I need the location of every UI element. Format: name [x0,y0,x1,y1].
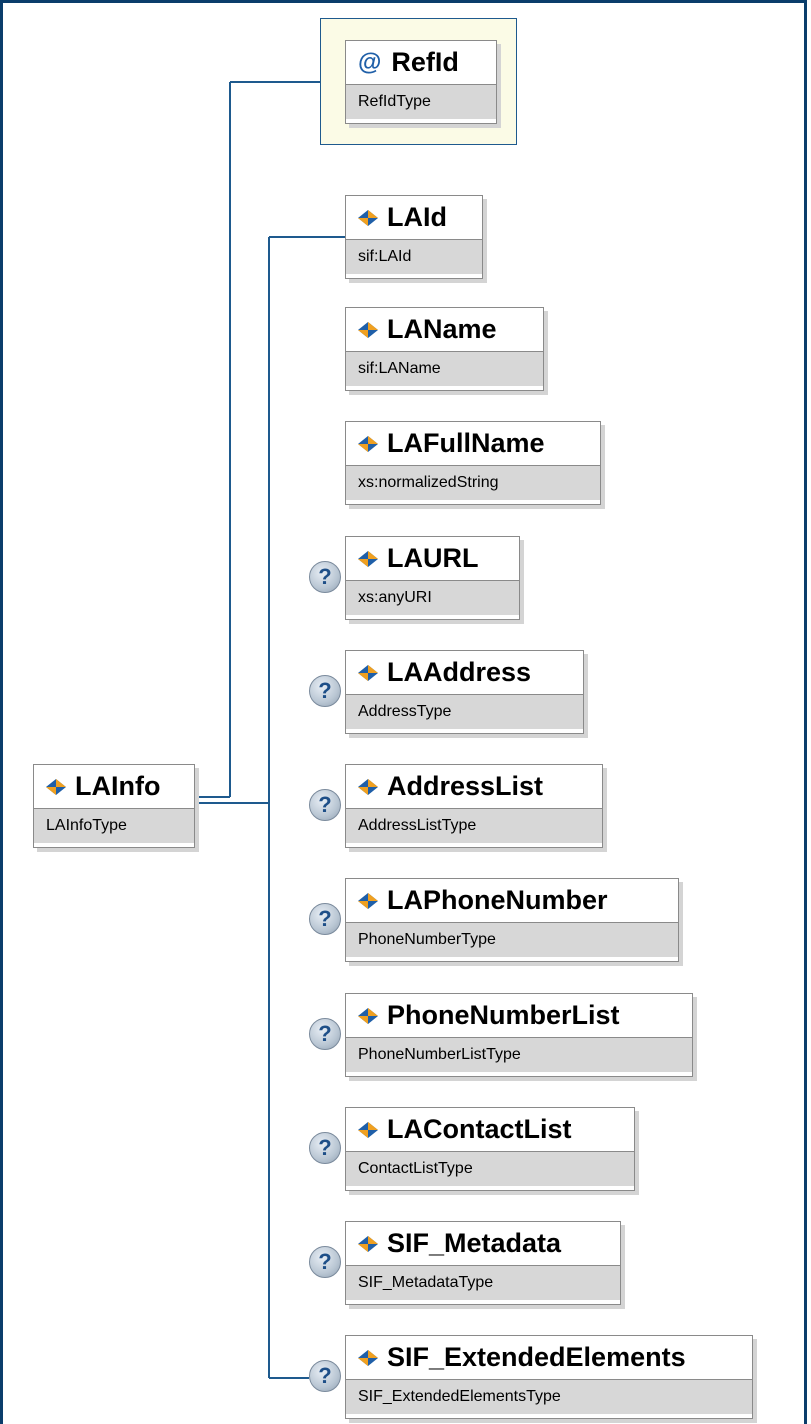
element-addresslist[interactable]: AddressList AddressListType [345,764,603,848]
optional-icon: ? [309,675,341,707]
attribute-refid[interactable]: @ RefId RefIdType [345,40,497,124]
element-name: SIF_Metadata [387,1228,562,1258]
element-type: SIF_MetadataType [346,1265,620,1300]
element-name: LAURL [387,543,479,573]
element-type: xs:anyURI [346,580,519,615]
element-laname[interactable]: LAName sif:LAName [345,307,544,391]
element-type: ContactListType [346,1151,634,1186]
element-icon [358,435,378,452]
element-icon [358,1121,378,1138]
element-icon [46,778,66,795]
element-icon [358,892,378,909]
element-type: sif:LAName [346,351,543,386]
element-name: LAPhoneNumber [387,885,608,915]
element-sif-extendedelements[interactable]: SIF_ExtendedElements SIF_ExtendedElements… [345,1335,753,1419]
optional-icon: ? [309,903,341,935]
element-name: LAId [387,202,447,232]
optional-icon: ? [309,1132,341,1164]
root-name: LAInfo [75,771,161,801]
optional-icon: ? [309,561,341,593]
attribute-name: RefId [391,47,459,77]
element-type: AddressListType [346,808,602,843]
element-sif-metadata[interactable]: SIF_Metadata SIF_MetadataType [345,1221,621,1305]
element-name: PhoneNumberList [387,1000,620,1030]
element-name: AddressList [387,771,544,801]
element-laaddress[interactable]: LAAddress AddressType [345,650,584,734]
optional-icon: ? [309,1246,341,1278]
element-icon [358,209,378,226]
element-laurl[interactable]: LAURL xs:anyURI [345,536,520,620]
optional-icon: ? [309,789,341,821]
element-type: xs:normalizedString [346,465,600,500]
element-laphonenumber[interactable]: LAPhoneNumber PhoneNumberType [345,878,679,962]
element-name: LAContactList [387,1114,572,1144]
optional-icon: ? [309,1360,341,1392]
element-laid[interactable]: LAId sif:LAId [345,195,483,279]
element-type: PhoneNumberListType [346,1037,692,1072]
root-element[interactable]: LAInfo LAInfoType [33,764,195,848]
element-icon [358,1235,378,1252]
element-type: SIF_ExtendedElementsType [346,1379,752,1414]
element-type: sif:LAId [346,239,482,274]
element-icon [358,550,378,567]
element-name: LAFullName [387,428,545,458]
element-icon [358,664,378,681]
element-icon [358,321,378,338]
root-type: LAInfoType [34,808,194,843]
optional-icon: ? [309,1018,341,1050]
element-icon [358,1007,378,1024]
element-type: AddressType [346,694,583,729]
element-name: LAName [387,314,497,344]
element-type: PhoneNumberType [346,922,678,957]
element-icon [358,1349,378,1366]
attribute-icon: @ [358,48,382,76]
element-lafullname[interactable]: LAFullName xs:normalizedString [345,421,601,505]
element-lacontactlist[interactable]: LAContactList ContactListType [345,1107,635,1191]
attribute-type: RefIdType [346,84,496,119]
element-phonenumberlist[interactable]: PhoneNumberList PhoneNumberListType [345,993,693,1077]
element-name: SIF_ExtendedElements [387,1342,686,1372]
element-icon [358,778,378,795]
element-name: LAAddress [387,657,532,687]
